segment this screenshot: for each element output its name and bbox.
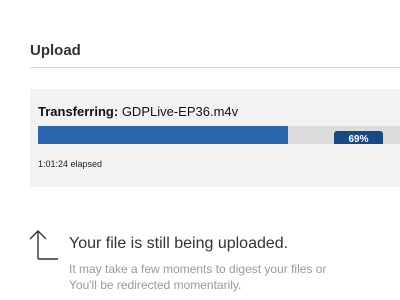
upload-status-heading: Your file is still being uploaded. [69,235,289,252]
transfer-status: Transferring: GDPLive-EP36.m4v [38,104,238,119]
upload-page: Upload Transferring: GDPLive-EP36.m4v 69… [0,0,400,300]
transfer-status-label: Transferring: [38,104,119,119]
upload-status-detail: It may take a few moments to digest your… [69,261,326,293]
divider [30,67,400,68]
transfer-panel: Transferring: GDPLive-EP36.m4v 69% 1:01:… [30,89,400,187]
transfer-filename: GDPLive-EP36.m4v [121,104,239,119]
progress-fill [38,126,288,144]
elapsed-time: 1:01:24 elapsed [38,159,103,169]
progress-bar: 69% [38,126,400,144]
page-title: Upload [30,42,81,59]
upload-status-detail-line: It may take a few moments to digest your… [69,262,327,276]
progress-percentage: 69% [334,131,383,144]
upload-status-detail-line: You'll be redirected momentarily. [69,278,242,292]
upload-arrow-icon [29,230,58,260]
